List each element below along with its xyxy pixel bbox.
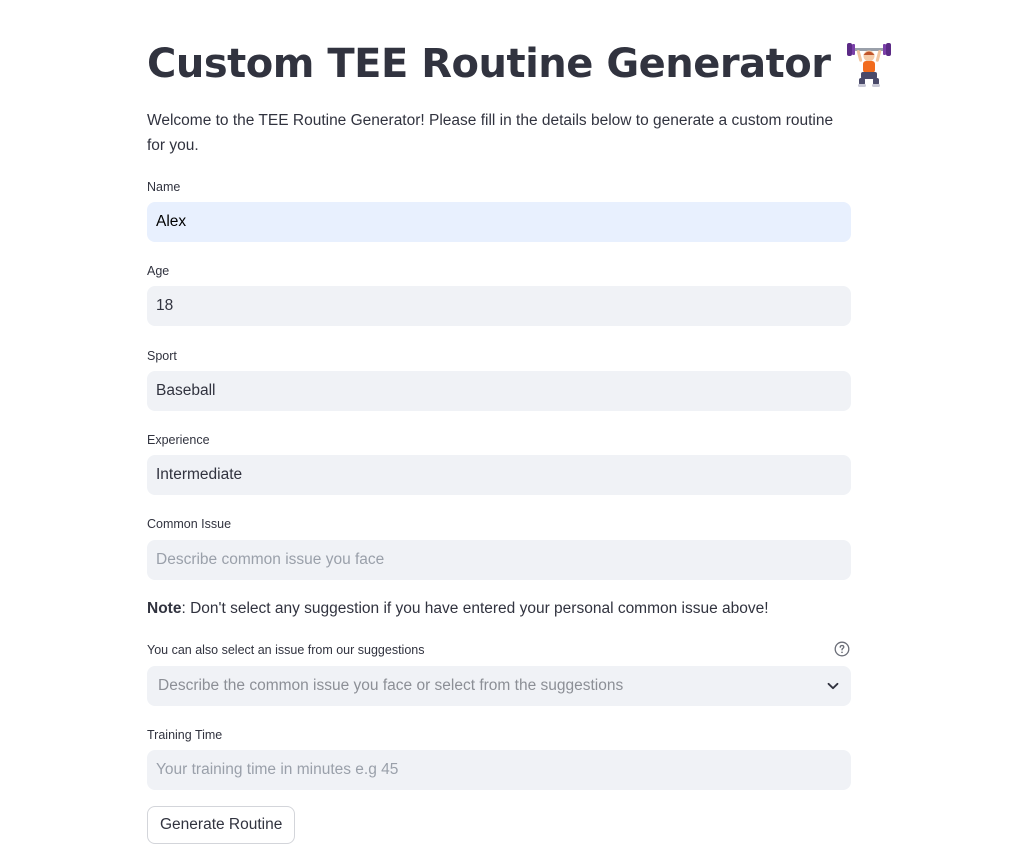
note-body: : Don't select any suggestion if you hav…: [181, 600, 769, 617]
age-input[interactable]: [147, 286, 851, 326]
common-issue-input[interactable]: [147, 540, 851, 580]
training-time-label: Training Time: [147, 728, 223, 742]
suggestions-select[interactable]: Describe the common issue you face or se…: [147, 666, 851, 706]
chevron-down-icon: [827, 682, 839, 690]
note-bold-label: Note: [147, 600, 182, 617]
common-issue-label: Common Issue: [147, 517, 232, 531]
page-title: Custom TEE Routine Generator: [147, 41, 831, 87]
intro-text: Welcome to the TEE Routine Generator! Pl…: [147, 112, 834, 154]
age-label: Age: [147, 264, 170, 278]
note-text: Note: Don't select any suggestion if you…: [147, 598, 769, 620]
generate-routine-button[interactable]: Generate Routine: [147, 806, 296, 844]
sport-input[interactable]: [147, 371, 851, 411]
name-input[interactable]: [147, 202, 851, 242]
experience-input[interactable]: [147, 455, 851, 495]
experience-label: Experience: [147, 433, 210, 447]
training-time-input[interactable]: [147, 750, 851, 790]
name-label: Name: [147, 180, 181, 194]
sport-label: Sport: [147, 349, 177, 363]
weightlifter-emoji-icon: [847, 43, 892, 87]
question-circle-icon[interactable]: [834, 641, 850, 657]
suggestions-label: You can also select an issue from our su…: [147, 643, 425, 657]
title-row: Custom TEE Routine Generator: [147, 38, 892, 90]
suggestions-placeholder: Describe the common issue you face or se…: [158, 677, 624, 694]
